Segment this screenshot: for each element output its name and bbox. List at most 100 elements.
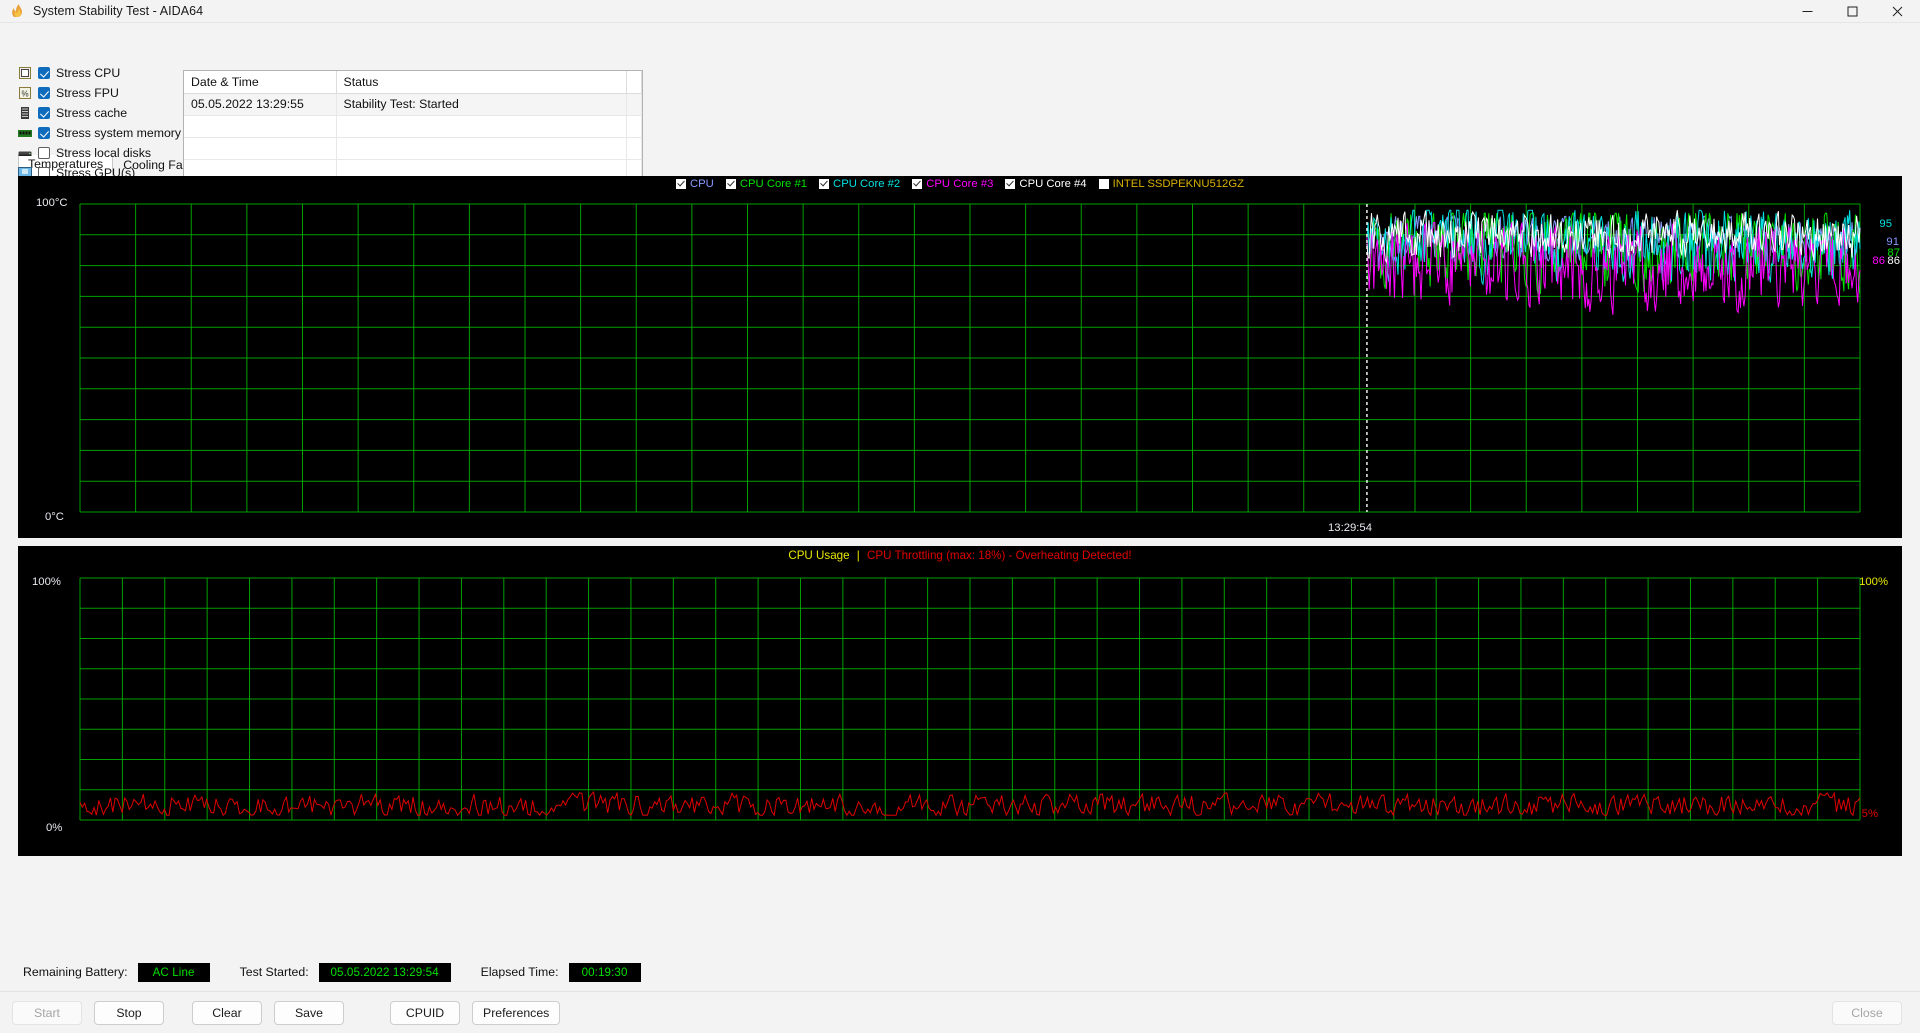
log-column-datetime[interactable]: Date & Time xyxy=(184,71,337,94)
status-row: Remaining Battery: AC Line Test Started:… xyxy=(0,953,1920,991)
legend-label: CPU xyxy=(689,178,714,190)
preferences-button[interactable]: Preferences xyxy=(472,1000,561,1025)
title-bar: System Stability Test - AIDA64 xyxy=(0,0,1920,23)
cpu-usage-chart-title: CPU Usage | CPU Throttling (max: 18%) - … xyxy=(18,549,1902,562)
legend-item[interactable]: CPU Core #2 xyxy=(819,178,900,190)
temp-y-axis-bottom-label: 0°C xyxy=(45,511,64,523)
close-window-button[interactable] xyxy=(1875,0,1920,23)
log-column-blank xyxy=(626,71,642,94)
usage-y-top-left-label: 100% xyxy=(32,576,61,588)
top-panel: Stress CPU% Stress FPU Stress cache Stress … xyxy=(0,23,1920,186)
stress-option-row[interactable]: % Stress FPU xyxy=(17,83,182,103)
event-log-table[interactable]: Date & Time Status 05.05.2022 13:29:55 St… xyxy=(183,70,643,186)
aida64-flame-icon xyxy=(9,3,25,19)
table-row[interactable] xyxy=(184,115,642,138)
log-table-body: 05.05.2022 13:29:55 Stability Test: Start… xyxy=(184,93,642,185)
button-bar: Start Stop Clear Save CPUID Preferences Close xyxy=(0,991,1920,1033)
log-cell-status xyxy=(336,137,627,160)
temp-readout-cpu: 91 xyxy=(1886,235,1899,248)
log-cell-datetime: 05.05.2022 13:29:55 xyxy=(184,93,337,116)
temp-readout-core4: 86 xyxy=(1887,254,1900,267)
legend-label: INTEL SSDPEKNU512GZ xyxy=(1112,178,1245,190)
minimize-button[interactable] xyxy=(1785,0,1830,23)
stress-option-label: Stress CPU xyxy=(56,66,121,80)
system-stability-test-window: System Stability Test - AIDA64 Stress CP… xyxy=(0,0,1920,1033)
legend-item[interactable]: CPU Core #4 xyxy=(1005,178,1087,190)
memory-dimm-icon xyxy=(17,125,33,141)
legend-checkbox[interactable] xyxy=(912,179,923,189)
stress-option-row[interactable]: Stress local disks xyxy=(17,143,182,163)
stop-button[interactable]: Stop xyxy=(94,1000,164,1025)
temperature-chart-legend: CPU CPU Core #1 CPU Core #2 CPU Core #3 CPU … xyxy=(18,178,1902,190)
stress-option-row[interactable]: Stress CPU xyxy=(17,63,182,83)
cache-module-icon xyxy=(17,105,33,121)
legend-checkbox[interactable] xyxy=(1098,179,1109,189)
legend-checkbox[interactable] xyxy=(1005,179,1016,189)
log-cell-status xyxy=(336,115,627,138)
cpu-chip-icon xyxy=(17,65,33,81)
legend-item[interactable]: INTEL SSDPEKNU512GZ xyxy=(1098,178,1245,190)
elapsed-time-label: Elapsed Time: xyxy=(480,965,559,979)
stress-option-checkbox[interactable] xyxy=(38,147,50,159)
log-cell-datetime xyxy=(184,115,337,138)
log-cell-blank xyxy=(626,137,642,160)
stress-option-label: Stress FPU xyxy=(56,86,119,100)
charts-area: CPU CPU Core #1 CPU Core #2 CPU Core #3 CPU … xyxy=(0,176,1920,953)
test-started-label: Test Started: xyxy=(239,965,309,979)
stress-option-label: Stress cache xyxy=(56,106,128,120)
cpu-usage-chart[interactable]: CPU Usage | CPU Throttling (max: 18%) - … xyxy=(18,546,1902,856)
stress-option-row[interactable]: Stress cache xyxy=(17,103,182,123)
usage-y-bottom-left-label: 0% xyxy=(46,822,63,834)
legend-checkbox[interactable] xyxy=(675,179,686,189)
legend-label: CPU Core #1 xyxy=(739,178,808,190)
log-table: Date & Time Status 05.05.2022 13:29:55 St… xyxy=(184,71,642,185)
legend-label: CPU Core #3 xyxy=(926,178,994,190)
legend-item[interactable]: CPU Core #1 xyxy=(725,178,808,190)
temp-y-axis-top-label: 100°C xyxy=(36,197,68,209)
start-button: Start xyxy=(12,1000,82,1025)
usage-current-value-label: 5% xyxy=(1861,808,1878,820)
maximize-button[interactable] xyxy=(1830,0,1875,23)
remaining-battery-value: AC Line xyxy=(137,962,210,982)
log-cell-datetime xyxy=(184,137,337,160)
usage-y-top-right-label: 100% xyxy=(1859,576,1888,588)
temp-readout-core3: 86 xyxy=(1872,254,1885,267)
svg-text:%: % xyxy=(21,90,28,99)
stress-option-checkbox[interactable] xyxy=(38,87,50,99)
cpu-usage-chart-plot xyxy=(79,577,1861,821)
legend-checkbox[interactable] xyxy=(725,179,736,189)
remaining-battery-label: Remaining Battery: xyxy=(23,965,128,979)
legend-label: CPU Core #2 xyxy=(833,178,901,190)
clear-button[interactable]: Clear xyxy=(192,1000,262,1025)
legend-label: CPU Core #4 xyxy=(1019,178,1087,190)
cpuid-button[interactable]: CPUID xyxy=(390,1000,460,1025)
temp-x-axis-tick-label: 13:29:54 xyxy=(1328,522,1372,534)
test-started-value: 05.05.2022 13:29:54 xyxy=(318,962,451,982)
cpu-usage-title-main: CPU Usage xyxy=(788,549,850,562)
legend-item[interactable]: CPU Core #3 xyxy=(912,178,993,190)
log-column-status[interactable]: Status xyxy=(336,71,627,94)
hard-disk-icon xyxy=(17,145,33,161)
stress-option-checkbox[interactable] xyxy=(38,67,50,79)
save-button[interactable]: Save xyxy=(274,1000,344,1025)
log-cell-blank xyxy=(626,115,642,138)
legend-item[interactable]: CPU xyxy=(675,178,714,190)
table-row[interactable]: 05.05.2022 13:29:55 Stability Test: Start… xyxy=(184,93,642,116)
chart-gridlines xyxy=(79,577,1861,821)
stress-options-list: Stress CPU% Stress FPU Stress cache Stress … xyxy=(17,63,182,183)
temperature-chart[interactable]: CPU CPU Core #1 CPU Core #2 CPU Core #3 CPU … xyxy=(18,176,1902,538)
log-cell-status: Stability Test: Started xyxy=(336,93,627,116)
fpu-chip-icon: % xyxy=(17,85,33,101)
legend-checkbox[interactable] xyxy=(819,179,830,189)
cpu-usage-title-separator: | xyxy=(856,549,860,562)
log-header-row: Date & Time Status xyxy=(184,71,642,94)
close-button: Close xyxy=(1832,1000,1902,1025)
stress-option-label: Stress local disks xyxy=(56,146,151,160)
table-row[interactable] xyxy=(184,137,642,160)
log-table-head: Date & Time Status xyxy=(184,71,642,94)
window-title: System Stability Test - AIDA64 xyxy=(33,4,204,18)
stress-option-row[interactable]: Stress system memory xyxy=(17,123,182,143)
stress-option-checkbox[interactable] xyxy=(38,127,50,139)
stress-option-label: Stress system memory xyxy=(56,126,182,140)
stress-option-checkbox[interactable] xyxy=(38,107,50,119)
